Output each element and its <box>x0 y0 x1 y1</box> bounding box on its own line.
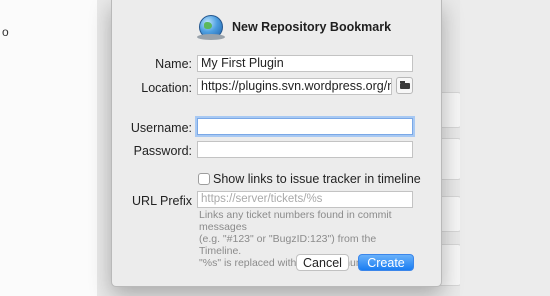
folder-icon <box>400 81 410 89</box>
password-label: Password: <box>133 144 192 158</box>
help-line: Links any ticket numbers found in commit… <box>199 209 392 233</box>
dialog-title: New Repository Bookmark <box>232 20 392 34</box>
background-sidebar-text: o <box>2 25 9 39</box>
globe-icon <box>197 15 225 40</box>
name-label: Name: <box>155 57 192 71</box>
url-prefix-input[interactable]: https://server/tickets/%s <box>197 191 413 208</box>
create-button[interactable]: Create <box>358 254 414 271</box>
location-input[interactable]: https://plugins.svn.wordpress.org/my-fir… <box>197 78 392 95</box>
name-input[interactable]: My First Plugin <box>197 55 413 72</box>
username-label: Username: <box>130 121 192 135</box>
browse-button[interactable] <box>396 77 413 94</box>
username-input[interactable] <box>197 118 413 135</box>
dialog-header: New Repository Bookmark <box>197 14 392 40</box>
background-sidebar: o <box>0 0 98 296</box>
cancel-button[interactable]: Cancel <box>296 254 349 271</box>
location-label: Location: <box>141 81 192 95</box>
issue-tracker-checkbox-label[interactable]: Show links to issue tracker in timeline <box>213 172 421 186</box>
issue-tracker-checkbox[interactable] <box>198 173 210 185</box>
background-right-pane <box>460 0 550 296</box>
url-prefix-label: URL Prefix <box>132 194 192 208</box>
password-input[interactable] <box>197 141 413 158</box>
